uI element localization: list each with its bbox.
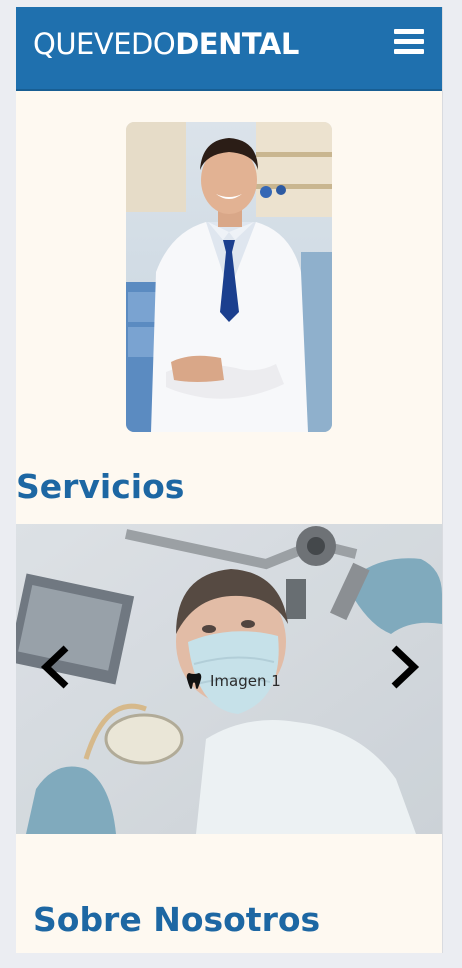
caption-text: Imagen 1 xyxy=(210,672,281,690)
about-heading: Sobre Nosotros xyxy=(33,900,321,939)
carousel-next-button[interactable] xyxy=(384,644,424,690)
page-container: QUEVEDODENTAL Servicios Imagen 1 Sobre N… xyxy=(16,7,443,953)
top-navbar: QUEVEDODENTAL xyxy=(16,7,442,91)
carousel-prev-button[interactable] xyxy=(36,644,76,690)
dentist-portrait-image xyxy=(126,122,332,432)
hamburger-menu-icon[interactable] xyxy=(394,27,424,55)
chevron-right-icon xyxy=(391,645,420,689)
services-carousel: Imagen 1 xyxy=(16,524,442,834)
logo-bold-text: DENTAL xyxy=(175,27,299,61)
chevron-left-icon xyxy=(40,645,69,689)
site-logo[interactable]: QUEVEDODENTAL xyxy=(33,25,299,63)
carousel-caption: Imagen 1 xyxy=(186,672,281,690)
servicios-heading: Servicios xyxy=(16,467,185,506)
tooth-icon xyxy=(186,673,202,689)
logo-light-text: QUEVEDO xyxy=(33,27,176,61)
